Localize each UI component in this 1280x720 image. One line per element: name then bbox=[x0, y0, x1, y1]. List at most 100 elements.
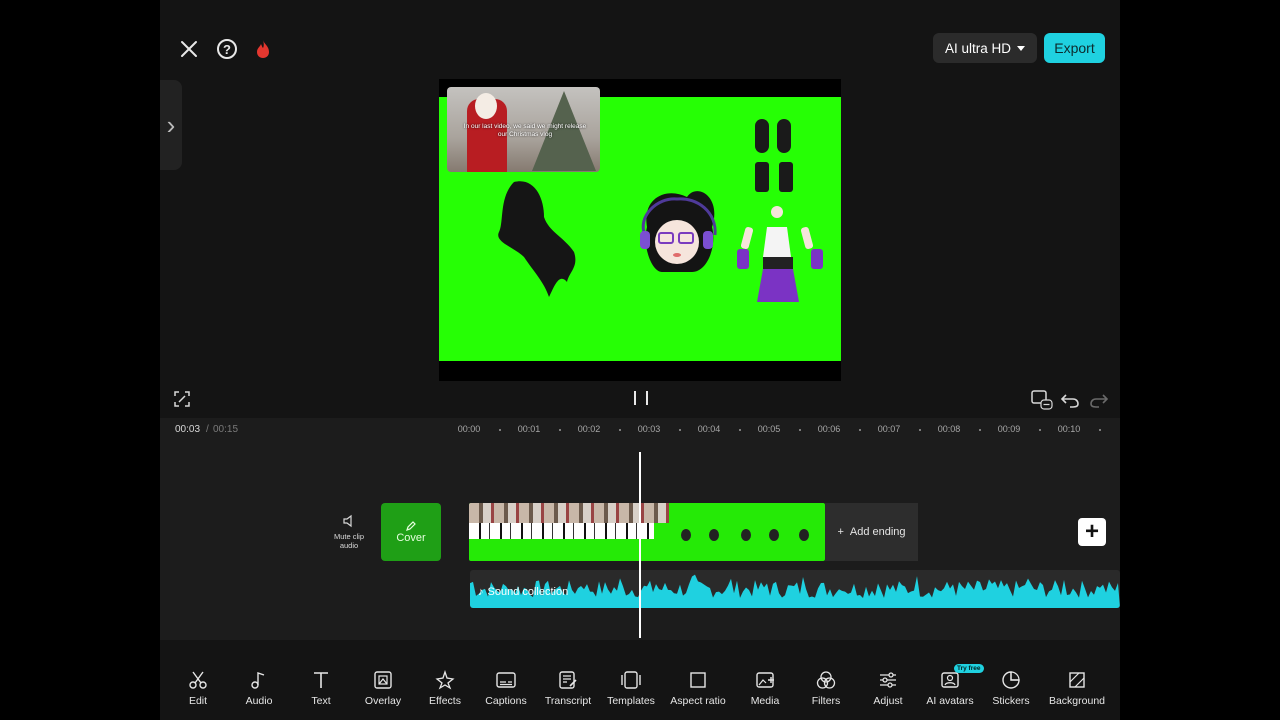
ruler-tick bbox=[619, 429, 621, 431]
close-icon bbox=[181, 41, 197, 57]
toolbar-edit[interactable]: Edit bbox=[166, 670, 230, 707]
quality-dropdown[interactable]: AI ultra HD bbox=[933, 33, 1038, 63]
toolbar-adjust-label: Adjust bbox=[873, 695, 903, 707]
ruler-label: 00:09 bbox=[997, 424, 1021, 434]
close-button[interactable] bbox=[176, 36, 202, 62]
captions-icon bbox=[496, 672, 516, 688]
toolbar-media-label: Media bbox=[750, 695, 780, 707]
ruler-tick bbox=[679, 429, 681, 431]
toolbar-templates[interactable]: Templates bbox=[599, 670, 663, 707]
pause-button[interactable] bbox=[634, 391, 648, 407]
background-icon bbox=[1069, 672, 1085, 688]
total-time: 00:15 bbox=[213, 424, 239, 435]
speaker-icon bbox=[343, 514, 352, 528]
fullscreen-icon[interactable] bbox=[174, 391, 190, 407]
toolbar-audio[interactable]: Audio bbox=[227, 670, 291, 707]
ruler-tick bbox=[979, 429, 981, 431]
undo-icon[interactable] bbox=[1060, 390, 1080, 410]
ruler-label: 00:00 bbox=[457, 424, 481, 434]
overlay-caption: In our last video, we said we might rele… bbox=[463, 123, 587, 138]
overlay-icon bbox=[374, 671, 392, 689]
quality-label: AI ultra HD bbox=[945, 40, 1012, 56]
toolbar-aspect-ratio[interactable]: Aspect ratio bbox=[666, 670, 730, 707]
fire-icon bbox=[257, 40, 269, 58]
ruler-tick bbox=[859, 429, 861, 431]
toolbar-background[interactable]: Background bbox=[1045, 670, 1109, 707]
music-note-icon: ♪ bbox=[478, 586, 484, 598]
ruler-label: 00:08 bbox=[937, 424, 961, 434]
toolbar-filters[interactable]: Filters bbox=[794, 670, 858, 707]
toolbar-ai-avatars-label: AI avatars bbox=[926, 695, 974, 707]
caret-down-icon bbox=[1017, 45, 1026, 51]
toolbar-overlay[interactable]: Overlay bbox=[351, 670, 415, 707]
video-preview[interactable]: In our last video, we said we might rele… bbox=[439, 79, 841, 381]
chevron-right-icon: › bbox=[166, 109, 176, 140]
help-button[interactable]: ? bbox=[214, 36, 240, 62]
pencil-icon bbox=[406, 521, 416, 531]
ruler-label: 00:04 bbox=[697, 424, 721, 434]
add-ending-button[interactable]: + Add ending bbox=[825, 503, 918, 561]
overlay-video-clip[interactable]: In our last video, we said we might rele… bbox=[447, 87, 600, 172]
toolbar-overlay-label: Overlay bbox=[364, 695, 402, 707]
head-sprite bbox=[640, 191, 717, 272]
bottom-toolbar: Edit Audio Text Overlay Effects Captions… bbox=[160, 660, 1120, 720]
audio-track-label: ♪ Sound collection bbox=[478, 586, 568, 598]
timeline-panel[interactable]: 00:03 / 00:15 00:00 00:01 00:02 00:03 00:04 0… bbox=[160, 418, 1120, 640]
plus-icon: + bbox=[1084, 518, 1099, 545]
scissors-icon bbox=[189, 671, 207, 689]
ruler-label: 00:06 bbox=[817, 424, 841, 434]
toolbar-text[interactable]: Text bbox=[289, 670, 353, 707]
clip-thumbnail bbox=[769, 529, 779, 541]
side-panel-handle[interactable]: › bbox=[160, 80, 182, 170]
time-separator: / bbox=[206, 424, 209, 435]
toolbar-media[interactable]: Media bbox=[733, 670, 797, 707]
add-ending-label: Add ending bbox=[849, 526, 906, 538]
ruler-label: 00:02 bbox=[577, 424, 601, 434]
add-clip-button[interactable]: + bbox=[1078, 518, 1106, 546]
media-icon bbox=[756, 672, 774, 688]
cover-button[interactable]: Cover bbox=[381, 503, 441, 561]
ruler-tick bbox=[499, 429, 501, 431]
ruler-tick bbox=[1039, 429, 1041, 431]
clip-thumbnail bbox=[741, 529, 751, 541]
fire-button[interactable] bbox=[250, 36, 276, 62]
toolbar-stickers[interactable]: Stickers bbox=[979, 670, 1043, 707]
caption-toggle-icon[interactable] bbox=[1031, 389, 1053, 411]
toolbar-audio-label: Audio bbox=[245, 695, 273, 707]
clip-thumbnail bbox=[709, 529, 719, 541]
pause-icon-bar-left bbox=[634, 391, 636, 405]
toolbar-adjust[interactable]: Adjust bbox=[856, 670, 920, 707]
ruler-label: 00:07 bbox=[877, 424, 901, 434]
redo-icon[interactable] bbox=[1089, 390, 1109, 410]
music-note-icon bbox=[251, 672, 265, 689]
toolbar-edit-label: Edit bbox=[188, 695, 208, 707]
mute-clip-audio-button[interactable]: Mute clip audio bbox=[324, 514, 374, 550]
audio-track[interactable]: ♪ Sound collection bbox=[470, 570, 1120, 608]
toolbar-effects-label: Effects bbox=[429, 695, 461, 707]
aspect-ratio-icon bbox=[690, 672, 706, 688]
toolbar-ai-avatars[interactable]: Try free AI avatars bbox=[918, 664, 984, 707]
toolbar-text-label: Text bbox=[311, 695, 331, 707]
toolbar-captions[interactable]: Captions bbox=[474, 670, 538, 707]
help-icon: ? bbox=[217, 39, 237, 59]
ai-avatar-icon bbox=[941, 672, 959, 688]
mute-clip-audio-label: Mute clip audio bbox=[333, 532, 364, 550]
templates-icon bbox=[621, 671, 641, 689]
toolbar-transcript[interactable]: Transcript bbox=[536, 670, 600, 707]
ruler-tick bbox=[799, 429, 801, 431]
ruler-tick bbox=[739, 429, 741, 431]
clip-thumbnail bbox=[799, 529, 809, 541]
pause-icon-bar-right bbox=[646, 391, 648, 405]
effects-star-icon bbox=[435, 670, 455, 690]
export-button[interactable]: Export bbox=[1044, 33, 1105, 63]
plus-icon: + bbox=[837, 526, 844, 538]
ruler-tick bbox=[919, 429, 921, 431]
toolbar-effects[interactable]: Effects bbox=[413, 670, 477, 707]
toolbar-templates-label: Templates bbox=[607, 695, 655, 707]
current-time: 00:03 bbox=[175, 424, 201, 435]
main-video-track[interactable] bbox=[469, 503, 825, 561]
playhead[interactable] bbox=[639, 452, 641, 638]
toolbar-background-label: Background bbox=[1048, 695, 1106, 707]
clip-thumbnail bbox=[681, 529, 691, 541]
toolbar-aspect-ratio-label: Aspect ratio bbox=[670, 695, 726, 707]
